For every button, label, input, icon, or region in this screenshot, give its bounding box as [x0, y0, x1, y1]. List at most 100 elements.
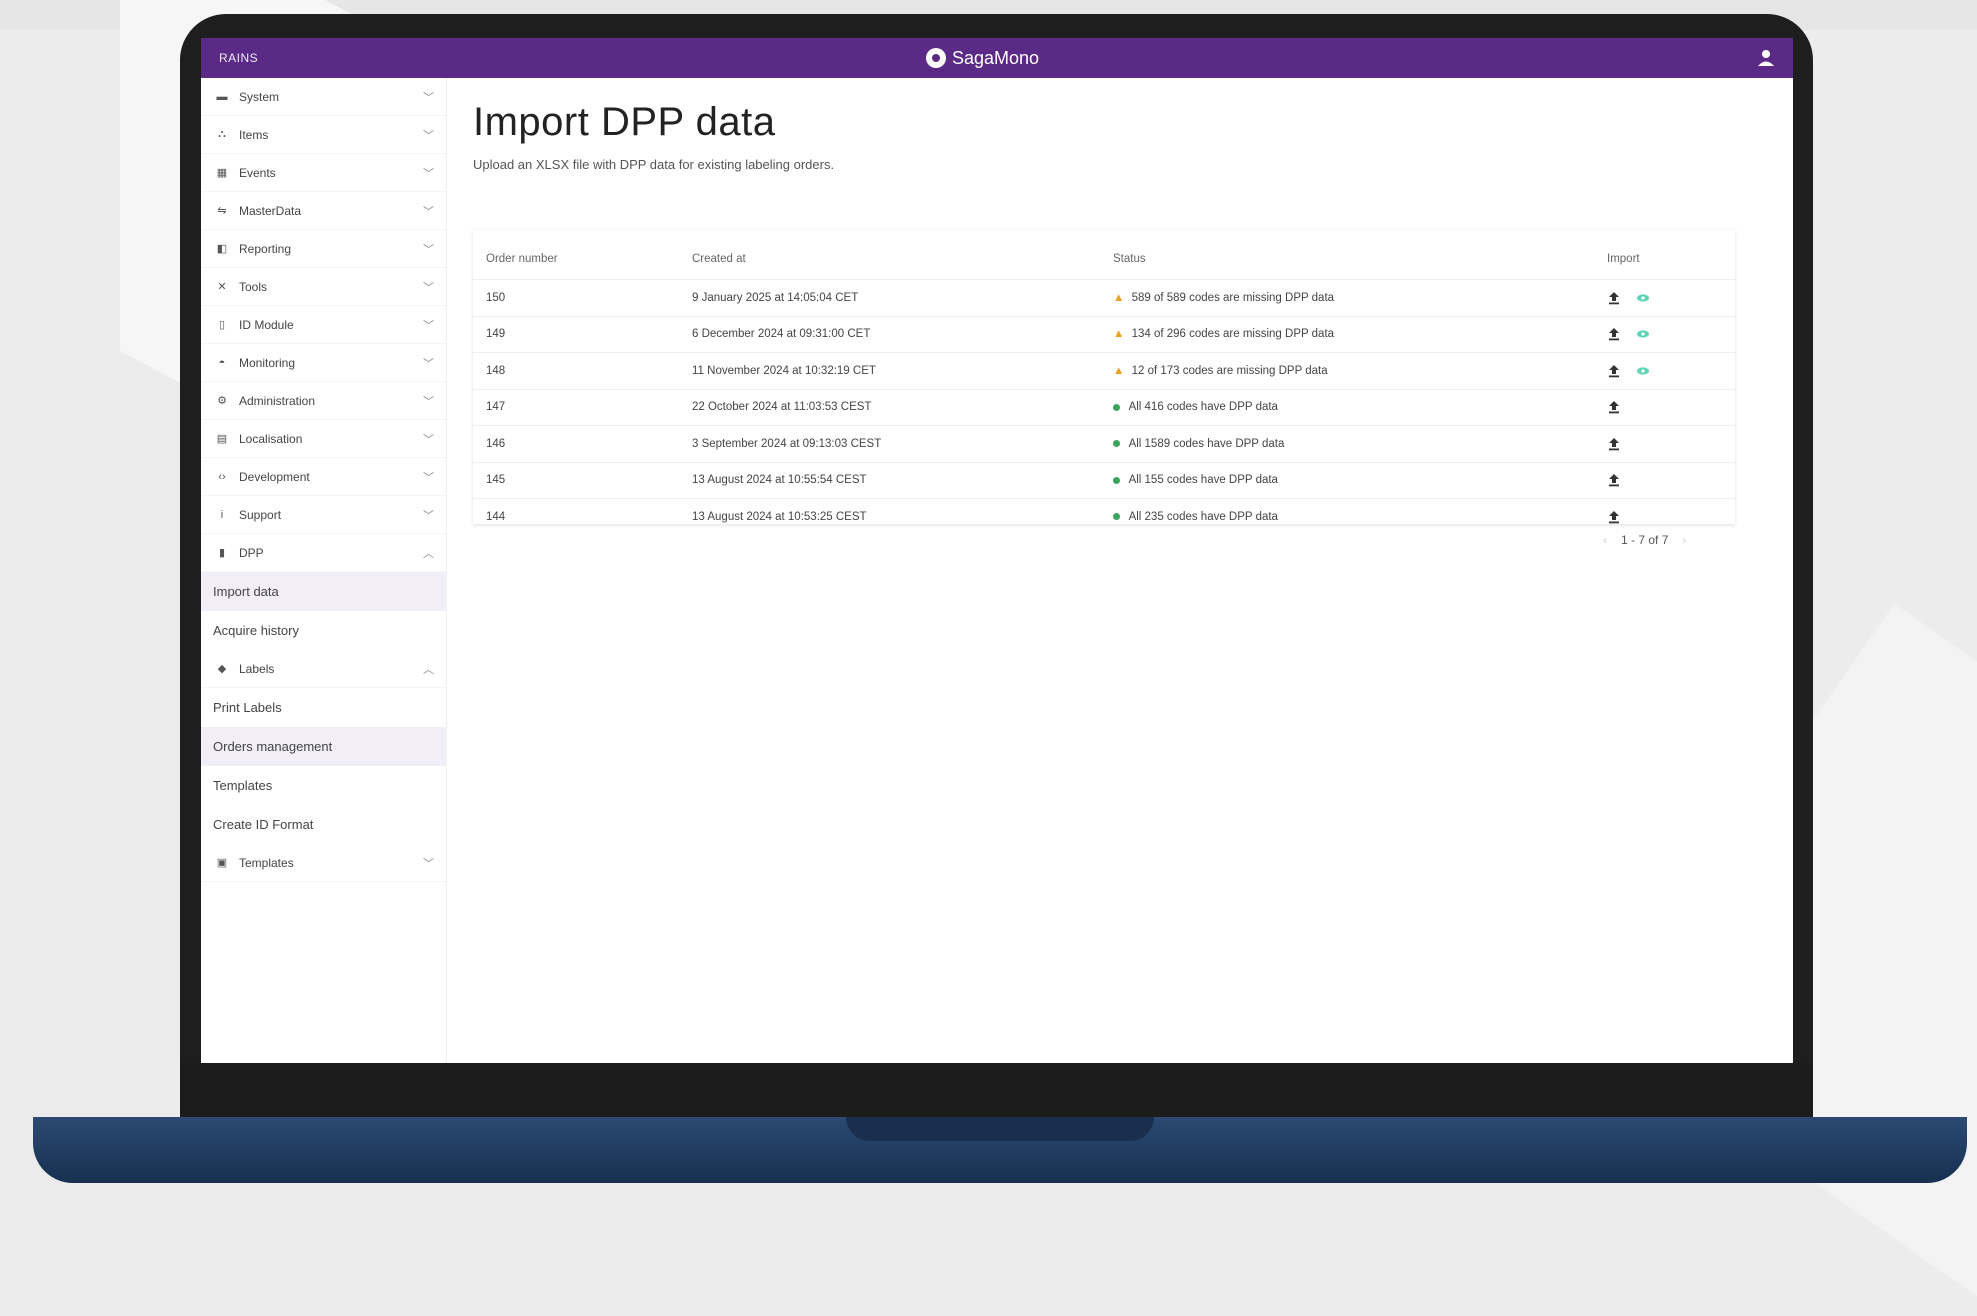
- code-icon: ‹›: [218, 470, 226, 483]
- order-number-cell: 149: [473, 315, 691, 353]
- sidebar-item-masterdata[interactable]: ⇋ MasterData ﹀: [201, 192, 446, 230]
- chevron-down-icon: ﹀: [423, 395, 434, 408]
- status-text: All 235 codes have DPP data: [1128, 510, 1278, 523]
- submenu-item-templates[interactable]: Templates: [201, 766, 446, 805]
- sidebar-item-label: DPP: [239, 545, 264, 560]
- sidebar-item-support[interactable]: i Support ﹀: [201, 496, 446, 534]
- id-module-icon: ▯: [218, 319, 226, 331]
- order-number-cell: 147: [473, 388, 691, 426]
- submenu-item-create-id-format[interactable]: Create ID Format: [201, 805, 446, 844]
- sidebar-item-reporting[interactable]: ◧ Reporting ﹀: [201, 230, 446, 268]
- main-content: Import DPP data Upload an XLSX file with…: [473, 78, 1773, 547]
- calendar-icon: ▦: [216, 167, 228, 179]
- sidebar-item-labels[interactable]: ◆ Labels ︿: [201, 650, 446, 688]
- header-status[interactable]: Status: [1112, 230, 1606, 280]
- status-text: 589 of 589 codes are missing DPP data: [1131, 291, 1335, 304]
- user-icon[interactable]: [1755, 47, 1777, 69]
- sidebar-item-items[interactable]: ⛬ Items ﹀: [201, 116, 446, 154]
- chevron-down-icon: ﹀: [423, 281, 434, 294]
- table-row: 148 11 November 2024 at 10:32:19 CET ▲ 1…: [473, 352, 1735, 389]
- sidebar-item-development[interactable]: ‹› Development ﹀: [201, 458, 446, 496]
- prev-page-icon[interactable]: ‹: [1603, 533, 1607, 547]
- orders-table-card: Order number Created at Status Import 15…: [473, 230, 1735, 535]
- sidebar-item-id-module[interactable]: ▯ ID Module ﹀: [201, 306, 446, 344]
- sidebar-item-localisation[interactable]: ▤ Localisation ﹀: [201, 420, 446, 458]
- order-number-cell: 146: [473, 425, 691, 462]
- order-number-cell: 150: [473, 279, 691, 316]
- sidebar-item-dpp[interactable]: ▮ DPP ︿: [201, 534, 446, 572]
- chevron-down-icon: ﹀: [423, 433, 434, 446]
- sidebar-item-events[interactable]: ▦ Events ﹀: [201, 154, 446, 192]
- logo-text: SagaMono: [952, 47, 1040, 68]
- submenu-item-import-data[interactable]: Import data: [201, 572, 446, 611]
- page-title: Import DPP data: [473, 100, 776, 144]
- localisation-icon: ▤: [216, 433, 228, 445]
- import-cell: [1606, 279, 1735, 316]
- created-at-cell: 13 August 2024 at 10:53:25 CEST: [691, 498, 1112, 535]
- submenu-item-acquire-history[interactable]: Acquire history: [201, 611, 446, 650]
- chevron-down-icon: ﹀: [423, 509, 434, 522]
- view-icon[interactable]: [1636, 366, 1650, 376]
- hierarchy-icon: ⛬: [218, 128, 226, 140]
- reporting-icon: ◧: [216, 243, 228, 255]
- orders-table: Order number Created at Status Import 15…: [473, 230, 1735, 535]
- dpp-icon: ▮: [218, 547, 226, 559]
- chevron-down-icon: ﹀: [423, 91, 434, 104]
- next-page-icon[interactable]: ›: [1682, 533, 1686, 547]
- sidebar-item-tools[interactable]: ✕ Tools ﹀: [201, 268, 446, 306]
- upload-icon[interactable]: [1607, 473, 1621, 487]
- chevron-down-icon: ﹀: [423, 357, 434, 370]
- upload-icon[interactable]: [1607, 327, 1621, 341]
- header-order-number[interactable]: Order number: [473, 230, 691, 280]
- sidebar-item-label: Localisation: [239, 431, 303, 446]
- upload-icon[interactable]: [1607, 437, 1621, 451]
- sidebar: ▬ System ﹀ ⛬ Items ﹀ ▦ Events ﹀ ⇋ MasterData ﹀ ◧ Repo…: [201, 78, 447, 1063]
- view-icon[interactable]: [1636, 293, 1650, 303]
- status-cell: All 1589 codes have DPP data: [1112, 425, 1606, 462]
- submenu-item-print-labels[interactable]: Print Labels: [201, 688, 446, 727]
- import-cell: [1606, 425, 1735, 462]
- laptop-bezel: [180, 1063, 1813, 1123]
- submenu-item-orders-management[interactable]: Orders management: [201, 727, 446, 766]
- sidebar-item-templates[interactable]: ▣ Templates ﹀: [201, 844, 446, 882]
- created-at-cell: 13 August 2024 at 10:55:54 CEST: [691, 461, 1112, 499]
- table-row: 146 3 September 2024 at 09:13:03 CEST Al…: [473, 425, 1735, 462]
- sidebar-item-monitoring[interactable]: ◓ Monitoring ﹀: [201, 344, 446, 382]
- tools-icon: ✕: [217, 281, 227, 293]
- check-icon: [1113, 440, 1120, 448]
- header-import: Import: [1607, 253, 1640, 265]
- status-text: All 155 codes have DPP data: [1128, 474, 1278, 487]
- sidebar-item-administration[interactable]: ⚙ Administration ﹀: [201, 382, 446, 420]
- sidebar-item-label: Tools: [239, 279, 268, 294]
- check-icon: [1113, 476, 1120, 484]
- table-row: 149 6 December 2024 at 09:31:00 CET ▲ 13…: [473, 315, 1735, 353]
- table-row: 147 22 October 2024 at 11:03:53 CEST All…: [473, 388, 1735, 426]
- upload-icon[interactable]: [1607, 364, 1621, 378]
- sidebar-item-label: MasterData: [239, 203, 302, 218]
- sidebar-item-label: Labels: [239, 661, 275, 676]
- upload-icon[interactable]: [1607, 400, 1621, 414]
- view-icon[interactable]: [1636, 329, 1650, 339]
- page-subtitle: Upload an XLSX file with DPP data for ex…: [473, 157, 835, 172]
- upload-icon[interactable]: [1607, 291, 1621, 305]
- import-cell: [1606, 352, 1735, 389]
- upload-icon[interactable]: [1607, 510, 1621, 524]
- created-at-cell: 3 September 2024 at 09:13:03 CEST: [691, 425, 1112, 462]
- header-created-at[interactable]: Created at: [691, 230, 1112, 280]
- warning-icon: ▲: [1113, 364, 1125, 377]
- status-text: 12 of 173 codes are missing DPP data: [1131, 364, 1328, 377]
- app-logo[interactable]: SagaMono: [926, 48, 1039, 69]
- sidebar-item-label: ID Module: [239, 317, 294, 332]
- sidebar-item-system[interactable]: ▬ System ﹀: [201, 78, 446, 116]
- warning-icon: ▲: [1113, 328, 1125, 341]
- logo-icon: [926, 48, 946, 68]
- order-number-cell: 144: [473, 498, 691, 535]
- status-cell: ▲ 589 of 589 codes are missing DPP data: [1112, 279, 1606, 316]
- check-icon: [1113, 513, 1120, 521]
- status-text: All 416 codes have DPP data: [1128, 401, 1278, 414]
- template-icon: ▣: [216, 857, 228, 869]
- status-cell: ▲ 12 of 173 codes are missing DPP data: [1112, 352, 1606, 389]
- pagination: ‹ 1 - 7 of 7 ›: [1603, 533, 1686, 547]
- sidebar-item-label: System: [239, 89, 280, 104]
- sidebar-item-label: Reporting: [239, 241, 292, 256]
